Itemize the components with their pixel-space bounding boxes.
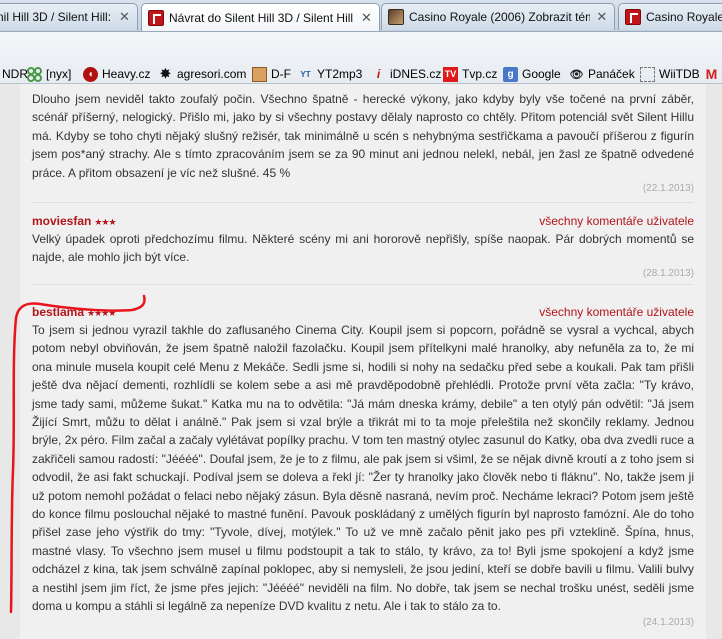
close-icon[interactable]: ✕ bbox=[118, 9, 131, 25]
comment-date: (22.1.2013) bbox=[642, 183, 694, 195]
comment-header: bestlama ★★★★ všechny komentáře uživatele bbox=[32, 303, 694, 321]
bookmark-label: NDR bbox=[2, 67, 28, 81]
heavy-icon: ◖ bbox=[83, 66, 98, 82]
comment-text: Velký úpadek oproti předchozímu filmu. N… bbox=[32, 232, 694, 265]
close-icon[interactable]: ✕ bbox=[360, 10, 373, 26]
google-icon: g bbox=[503, 66, 518, 82]
bookmark-label: Google bbox=[522, 67, 561, 81]
nyx-icon bbox=[27, 66, 42, 82]
bookmark-ndr[interactable]: NDR bbox=[2, 64, 28, 84]
bookmark-label: WiiTDB bbox=[659, 67, 700, 81]
wiitdb-icon bbox=[640, 66, 655, 82]
page-content: Dlouho jsem neviděl takto zoufalý počin.… bbox=[0, 84, 722, 639]
bookmark-agresori[interactable]: ✸ agresori.com bbox=[158, 64, 246, 84]
tab-strip: nil Hill 3D / Silent Hill:... ✕ Návrat d… bbox=[0, 0, 722, 32]
tab-navrat-do-silent-hill[interactable]: Návrat do Silent Hill 3D / Silent Hill:.… bbox=[141, 3, 380, 31]
rating-stars: ★★★★ bbox=[87, 308, 116, 318]
bookmark-panacek[interactable]: 👁 Panáček bbox=[569, 64, 635, 84]
silent-hill-favicon-icon bbox=[148, 10, 164, 26]
comment-username[interactable]: moviesfan bbox=[32, 214, 91, 228]
bookmark-label: [nyx] bbox=[46, 67, 72, 81]
bookmark-wiitdb[interactable]: WiiTDB bbox=[640, 64, 700, 84]
bookmark-label: D-F bbox=[271, 67, 291, 81]
forum-favicon-icon bbox=[388, 9, 404, 25]
all-user-comments-link[interactable]: všechny komentáře uživatele bbox=[539, 305, 694, 319]
bookmark-label: Heavy.cz bbox=[102, 67, 151, 81]
agresori-icon: ✸ bbox=[160, 66, 171, 81]
comment-item: moviesfan ★★★ všechny komentáře uživatele… bbox=[32, 212, 694, 281]
comment-date: (28.1.2013) bbox=[642, 267, 694, 279]
tab-title: Casino Royale ( bbox=[646, 10, 722, 24]
comment-username[interactable]: bestlama bbox=[32, 305, 84, 319]
bookmark-gmail[interactable]: M bbox=[704, 64, 722, 84]
comments-column: Dlouho jsem neviděl takto zoufalý počin.… bbox=[20, 84, 706, 639]
bookmark-label: YT2mp3 bbox=[317, 67, 363, 81]
comment-text: To jsem si jednou vyrazil takhle do zafl… bbox=[32, 323, 694, 614]
tab-silent-hill-prev[interactable]: nil Hill 3D / Silent Hill:... ✕ bbox=[0, 3, 138, 30]
bookmark-label: Panáček bbox=[588, 67, 635, 81]
rating-stars: ★★★ bbox=[94, 217, 116, 227]
yt2mp3-icon: YT bbox=[300, 69, 311, 79]
tab-casino-royale[interactable]: Casino Royale ( bbox=[618, 3, 722, 30]
comment-item: Dlouho jsem neviděl takto zoufalý počin.… bbox=[32, 90, 694, 196]
tab-casino-royale-forum[interactable]: Casino Royale (2006) Zobrazit téma... ✕ bbox=[381, 3, 615, 30]
idnes-icon: i bbox=[376, 67, 381, 81]
comment-divider bbox=[32, 202, 694, 203]
bookmark-google[interactable]: g Google bbox=[503, 64, 561, 84]
tvp-icon: TV bbox=[443, 66, 458, 82]
tab-title: Casino Royale (2006) Zobrazit téma... bbox=[409, 10, 590, 24]
df-icon bbox=[252, 66, 267, 82]
all-user-comments-link[interactable]: všechny komentáře uživatele bbox=[539, 214, 694, 228]
tab-title: Návrat do Silent Hill 3D / Silent Hill:.… bbox=[169, 11, 354, 25]
bookmark-df[interactable]: D-F bbox=[252, 64, 291, 84]
comment-text: Dlouho jsem neviděl takto zoufalý počin.… bbox=[32, 92, 694, 180]
bookmark-label: iDNES.cz bbox=[390, 67, 442, 81]
comment-divider bbox=[32, 284, 694, 285]
bookmark-nyx[interactable]: [nyx] bbox=[27, 64, 71, 84]
bookmark-label: agresori.com bbox=[177, 67, 247, 81]
gmail-icon: M bbox=[705, 66, 718, 82]
comment-item: bestlama ★★★★ všechny komentáře uživatele… bbox=[32, 303, 694, 630]
bookmark-idnes[interactable]: i iDNES.cz bbox=[371, 64, 442, 84]
bookmark-heavy[interactable]: ◖ Heavy.cz bbox=[83, 64, 150, 84]
tab-title: nil Hill 3D / Silent Hill:... bbox=[0, 10, 113, 24]
close-icon[interactable]: ✕ bbox=[596, 9, 608, 25]
panacek-icon: 👁 bbox=[569, 68, 584, 81]
comment-date: (24.1.2013) bbox=[642, 616, 694, 628]
silent-hill-favicon-icon bbox=[625, 9, 641, 25]
bookmark-yt2mp3[interactable]: YT YT2mp3 bbox=[298, 64, 362, 84]
bookmark-tvp[interactable]: TV Tvp.cz bbox=[443, 64, 497, 84]
comment-header: moviesfan ★★★ všechny komentáře uživatele bbox=[32, 212, 694, 230]
bookmark-label: Tvp.cz bbox=[462, 67, 498, 81]
